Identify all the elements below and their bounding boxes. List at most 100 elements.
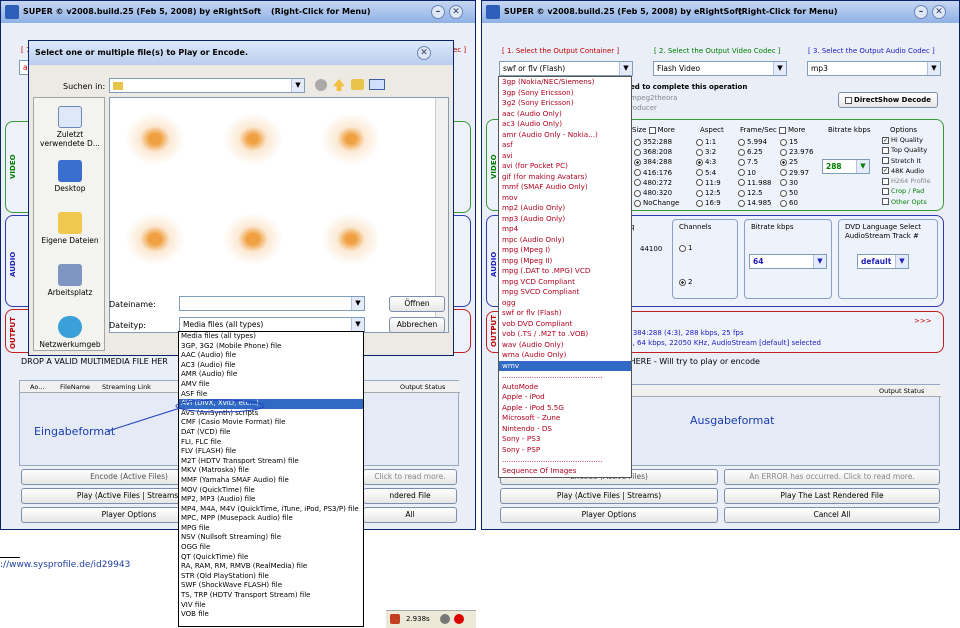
container-option[interactable]: Sony - PSP	[499, 445, 631, 456]
audio-codec-combo[interactable]: mp3 ▼	[807, 61, 941, 76]
checkbox[interactable]	[882, 146, 889, 154]
fps-option[interactable]: 30	[780, 178, 814, 188]
fps-option[interactable]: 12.5	[738, 188, 772, 198]
option-stretch-it[interactable]: Stretch It	[882, 156, 931, 166]
container-option[interactable]: gif (for making Avatars)	[499, 172, 631, 183]
container-option[interactable]: 3g2 (Sony Ericsson)	[499, 98, 631, 109]
minimize-button[interactable]: –	[914, 5, 928, 19]
radio[interactable]	[738, 179, 745, 187]
size-option[interactable]: 480:320	[634, 188, 679, 198]
container-option[interactable]: wav (Audio Only)	[499, 340, 631, 351]
radio[interactable]	[696, 189, 703, 197]
tray-icon[interactable]	[390, 614, 400, 624]
fps-option[interactable]: 6.25	[738, 147, 772, 157]
radio[interactable]	[780, 169, 787, 177]
container-option[interactable]: mpg VCD Compliant	[499, 277, 631, 288]
container-option[interactable]: asf	[499, 140, 631, 151]
radio[interactable]	[634, 199, 641, 207]
channel-mono[interactable]: 1	[679, 244, 692, 252]
container-option[interactable]: vob (.TS / .M2T to .VOB)	[499, 329, 631, 340]
right-play-button[interactable]: Play (Active Files | Streams)	[500, 488, 718, 504]
adblock-icon[interactable]	[454, 614, 464, 624]
radio[interactable]	[696, 138, 703, 146]
video-bitrate-combo[interactable]: 288 ▼	[822, 159, 870, 174]
container-option[interactable]: mpg (Mpeg I)	[499, 245, 631, 256]
option-other-opts[interactable]: Other Opts	[882, 197, 931, 207]
radio[interactable]	[696, 169, 703, 177]
fps-option[interactable]: 60	[780, 198, 814, 208]
container-option[interactable]: mov	[499, 193, 631, 204]
container-option[interactable]: mpg SVCD Compliant	[499, 287, 631, 298]
checkbox[interactable]	[882, 157, 889, 165]
output-arrows[interactable]: >>>	[914, 317, 932, 325]
container-option[interactable]: mp4	[499, 224, 631, 235]
container-option[interactable]: mp2 (Audio Only)	[499, 203, 631, 214]
radio[interactable]	[738, 199, 745, 207]
option-top-quality[interactable]: Top Quality	[882, 145, 931, 155]
fps-option[interactable]: 11.988	[738, 178, 772, 188]
fps-option[interactable]: 23.976	[780, 147, 814, 157]
aspect-option[interactable]: 1:1	[696, 137, 721, 147]
aspect-option[interactable]: 16:9	[696, 198, 721, 208]
size-more-checkbox[interactable]	[648, 126, 656, 134]
aspect-option[interactable]: 3:2	[696, 147, 721, 157]
container-option[interactable]: mp3 (Audio Only)	[499, 214, 631, 225]
radio[interactable]	[780, 199, 787, 207]
radio[interactable]	[679, 244, 686, 252]
container-option[interactable]: ogg	[499, 298, 631, 309]
fps-more-checkbox[interactable]	[779, 126, 787, 134]
container-option[interactable]: mpg (Mpeg II)	[499, 256, 631, 267]
container-option[interactable]: Apple - iPod	[499, 392, 631, 403]
checkbox[interactable]: ✓	[882, 136, 889, 144]
size-option[interactable]: NoChange	[634, 198, 679, 208]
aspect-option[interactable]: 5:4	[696, 168, 721, 178]
container-option[interactable]: Sequence Of Images	[499, 466, 631, 477]
radio[interactable]	[634, 138, 641, 146]
container-option[interactable]: avi (for Pocket PC)	[499, 161, 631, 172]
radio[interactable]	[634, 179, 641, 187]
radio[interactable]	[738, 148, 745, 156]
right-cancel-all-button[interactable]: Cancel All	[724, 507, 940, 523]
container-option[interactable]: 3gp (Sony Ericsson)	[499, 88, 631, 99]
container-option[interactable]: mmf (SMAF Audio Only)	[499, 182, 631, 193]
radio[interactable]	[696, 148, 703, 156]
size-option[interactable]: 480:272	[634, 178, 679, 188]
channel-stereo[interactable]: 2	[679, 278, 692, 286]
container-option[interactable]: swf or flv (Flash)	[499, 308, 631, 319]
container-option[interactable]: Nintendo - DS	[499, 424, 631, 435]
aspect-option[interactable]: 4:3	[696, 157, 721, 167]
fps-option[interactable]: 25	[780, 157, 814, 167]
radio[interactable]	[780, 138, 787, 146]
fps-option[interactable]: 50	[780, 188, 814, 198]
container-option[interactable]: Sony - PS3	[499, 434, 631, 445]
radio[interactable]	[738, 158, 745, 166]
fps-option[interactable]: 7.5	[738, 157, 772, 167]
container-option[interactable]: mpg (.DAT to .MPG) VCD	[499, 266, 631, 277]
container-option[interactable]: Microsoft - Zune	[499, 413, 631, 424]
fps-option[interactable]: 15	[780, 137, 814, 147]
radio[interactable]	[738, 169, 745, 177]
radio[interactable]	[780, 148, 787, 156]
size-option[interactable]: 352:288	[634, 137, 679, 147]
radio[interactable]	[780, 189, 787, 197]
error-read-more-button[interactable]: An ERROR has occurred. Click to read mor…	[724, 469, 940, 485]
fps-option[interactable]: 10	[738, 168, 772, 178]
footer-url[interactable]: ://www.sysprofile.de/id29943	[0, 560, 130, 570]
option-48k-audio[interactable]: ✓ 48K Audio	[882, 166, 931, 176]
fps-option[interactable]: 5.994	[738, 137, 772, 147]
container-option[interactable]: ac3 (Audio Only)	[499, 119, 631, 130]
container-option[interactable]: amr (Audio Only - Nokia...)	[499, 130, 631, 141]
checkbox[interactable]: ✓	[882, 167, 889, 175]
checkbox[interactable]	[882, 187, 889, 195]
radio[interactable]	[696, 199, 703, 207]
container-option[interactable]: vob DVD Compliant	[499, 319, 631, 330]
container-option[interactable]: wmv	[499, 360, 631, 371]
container-option[interactable]: aac (Audio Only)	[499, 109, 631, 120]
tray-icon[interactable]	[440, 614, 450, 624]
video-codec-combo[interactable]: Flash Video ▼	[653, 61, 787, 76]
radio[interactable]	[780, 158, 787, 166]
aspect-option[interactable]: 11:9	[696, 178, 721, 188]
aspect-option[interactable]: 12:5	[696, 188, 721, 198]
container-option[interactable]: mpc (Audio Only)	[499, 235, 631, 246]
radio[interactable]	[780, 179, 787, 187]
